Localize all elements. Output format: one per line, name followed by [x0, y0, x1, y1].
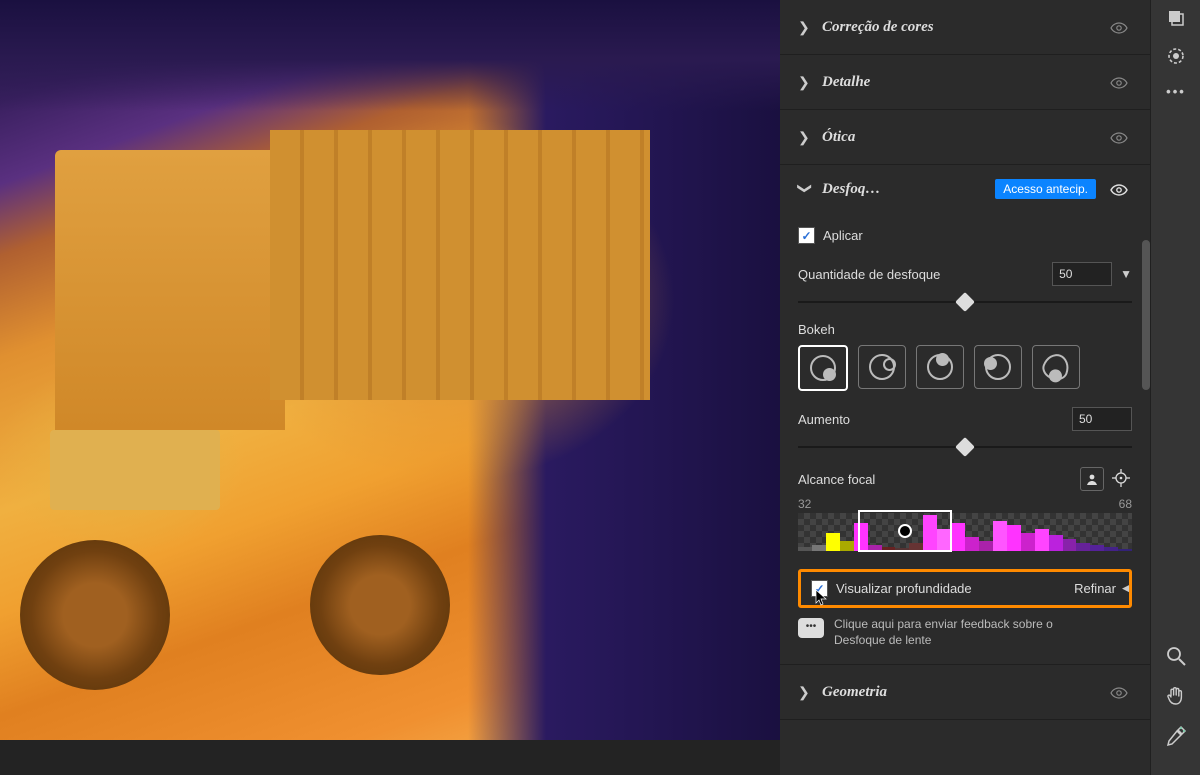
cursor-icon: [815, 589, 829, 607]
mask-icon[interactable]: [1166, 46, 1186, 66]
feedback-text: Clique aqui para enviar feedback sobre o…: [834, 616, 1054, 648]
section-title: Ótica: [822, 129, 855, 146]
bokeh-option-4[interactable]: [974, 345, 1022, 389]
section-optics[interactable]: ❯ Ótica: [780, 110, 1150, 165]
apply-label: Aplicar: [823, 228, 863, 243]
bokeh-option-5[interactable]: [1032, 345, 1080, 389]
visibility-icon[interactable]: [1106, 182, 1132, 197]
more-icon[interactable]: •••: [1166, 84, 1186, 99]
target-focus-icon[interactable]: [1110, 467, 1132, 489]
section-geometry[interactable]: ❯ Geometria: [780, 665, 1150, 720]
section-title: Detalhe: [822, 74, 870, 91]
bokeh-option-3[interactable]: [916, 345, 964, 389]
chevron-right-icon: ❯: [798, 19, 812, 36]
right-panel: ❯ Correção de cores ❯ Detalhe ❯ Ótica: [780, 0, 1150, 775]
image-canvas[interactable]: [0, 0, 780, 775]
feedback-link[interactable]: Clique aqui para enviar feedback sobre o…: [798, 616, 1132, 648]
boost-input[interactable]: [1072, 407, 1132, 431]
visibility-icon[interactable]: [1106, 20, 1132, 35]
focal-min-value: 32: [798, 497, 811, 511]
zoom-icon[interactable]: [1165, 645, 1187, 667]
visibility-icon[interactable]: [1106, 685, 1132, 700]
focal-range-selection[interactable]: [858, 510, 952, 552]
section-title: Desfoq…: [822, 181, 880, 198]
chevron-down-icon: ❯: [797, 182, 814, 196]
dropdown-icon[interactable]: ▼: [1120, 267, 1132, 281]
speech-bubble-icon: [798, 618, 824, 638]
boost-slider[interactable]: [798, 439, 1132, 455]
focal-range-histogram[interactable]: [798, 513, 1132, 551]
tool-strip: •••: [1150, 0, 1200, 775]
hand-icon[interactable]: [1165, 685, 1187, 707]
blur-amount-slider[interactable]: [798, 294, 1132, 310]
chevron-right-icon: ❯: [798, 129, 812, 146]
section-title: Geometria: [822, 684, 887, 701]
boost-label: Aumento: [798, 412, 850, 427]
section-blur: ❯ Desfoq… Acesso antecip. Aplicar Quanti…: [780, 165, 1150, 665]
visualize-depth-label: Visualizar profundidade: [836, 581, 972, 596]
bokeh-option-1[interactable]: [798, 345, 848, 391]
layers-icon[interactable]: [1166, 8, 1186, 28]
bokeh-label: Bokeh: [798, 322, 1132, 337]
section-color-correction[interactable]: ❯ Correção de cores: [780, 0, 1150, 55]
visibility-icon[interactable]: [1106, 130, 1132, 145]
section-title: Correção de cores: [822, 19, 934, 36]
visibility-icon[interactable]: [1106, 75, 1132, 90]
section-blur-header[interactable]: ❯ Desfoq… Acesso antecip.: [780, 165, 1150, 213]
blur-amount-input[interactable]: [1052, 262, 1112, 286]
highlighted-control: Visualizar profundidade: [798, 569, 1132, 608]
subject-focus-icon[interactable]: [1080, 467, 1104, 491]
focal-range-handle[interactable]: [898, 524, 912, 538]
bokeh-option-2[interactable]: [858, 345, 906, 389]
blur-amount-label: Quantidade de desfoque: [798, 267, 940, 282]
apply-checkbox[interactable]: [798, 227, 815, 244]
focal-max-value: 68: [1119, 497, 1132, 511]
chevron-right-icon: ❯: [798, 74, 812, 91]
early-access-badge: Acesso antecip.: [995, 179, 1096, 199]
chevron-right-icon: ❯: [798, 684, 812, 701]
depth-preview-image: [0, 0, 780, 740]
section-detail[interactable]: ❯ Detalhe: [780, 55, 1150, 110]
panel-scrollbar[interactable]: [1142, 240, 1150, 390]
eyedropper-icon[interactable]: [1165, 725, 1187, 747]
focal-range-label: Alcance focal: [798, 472, 875, 487]
